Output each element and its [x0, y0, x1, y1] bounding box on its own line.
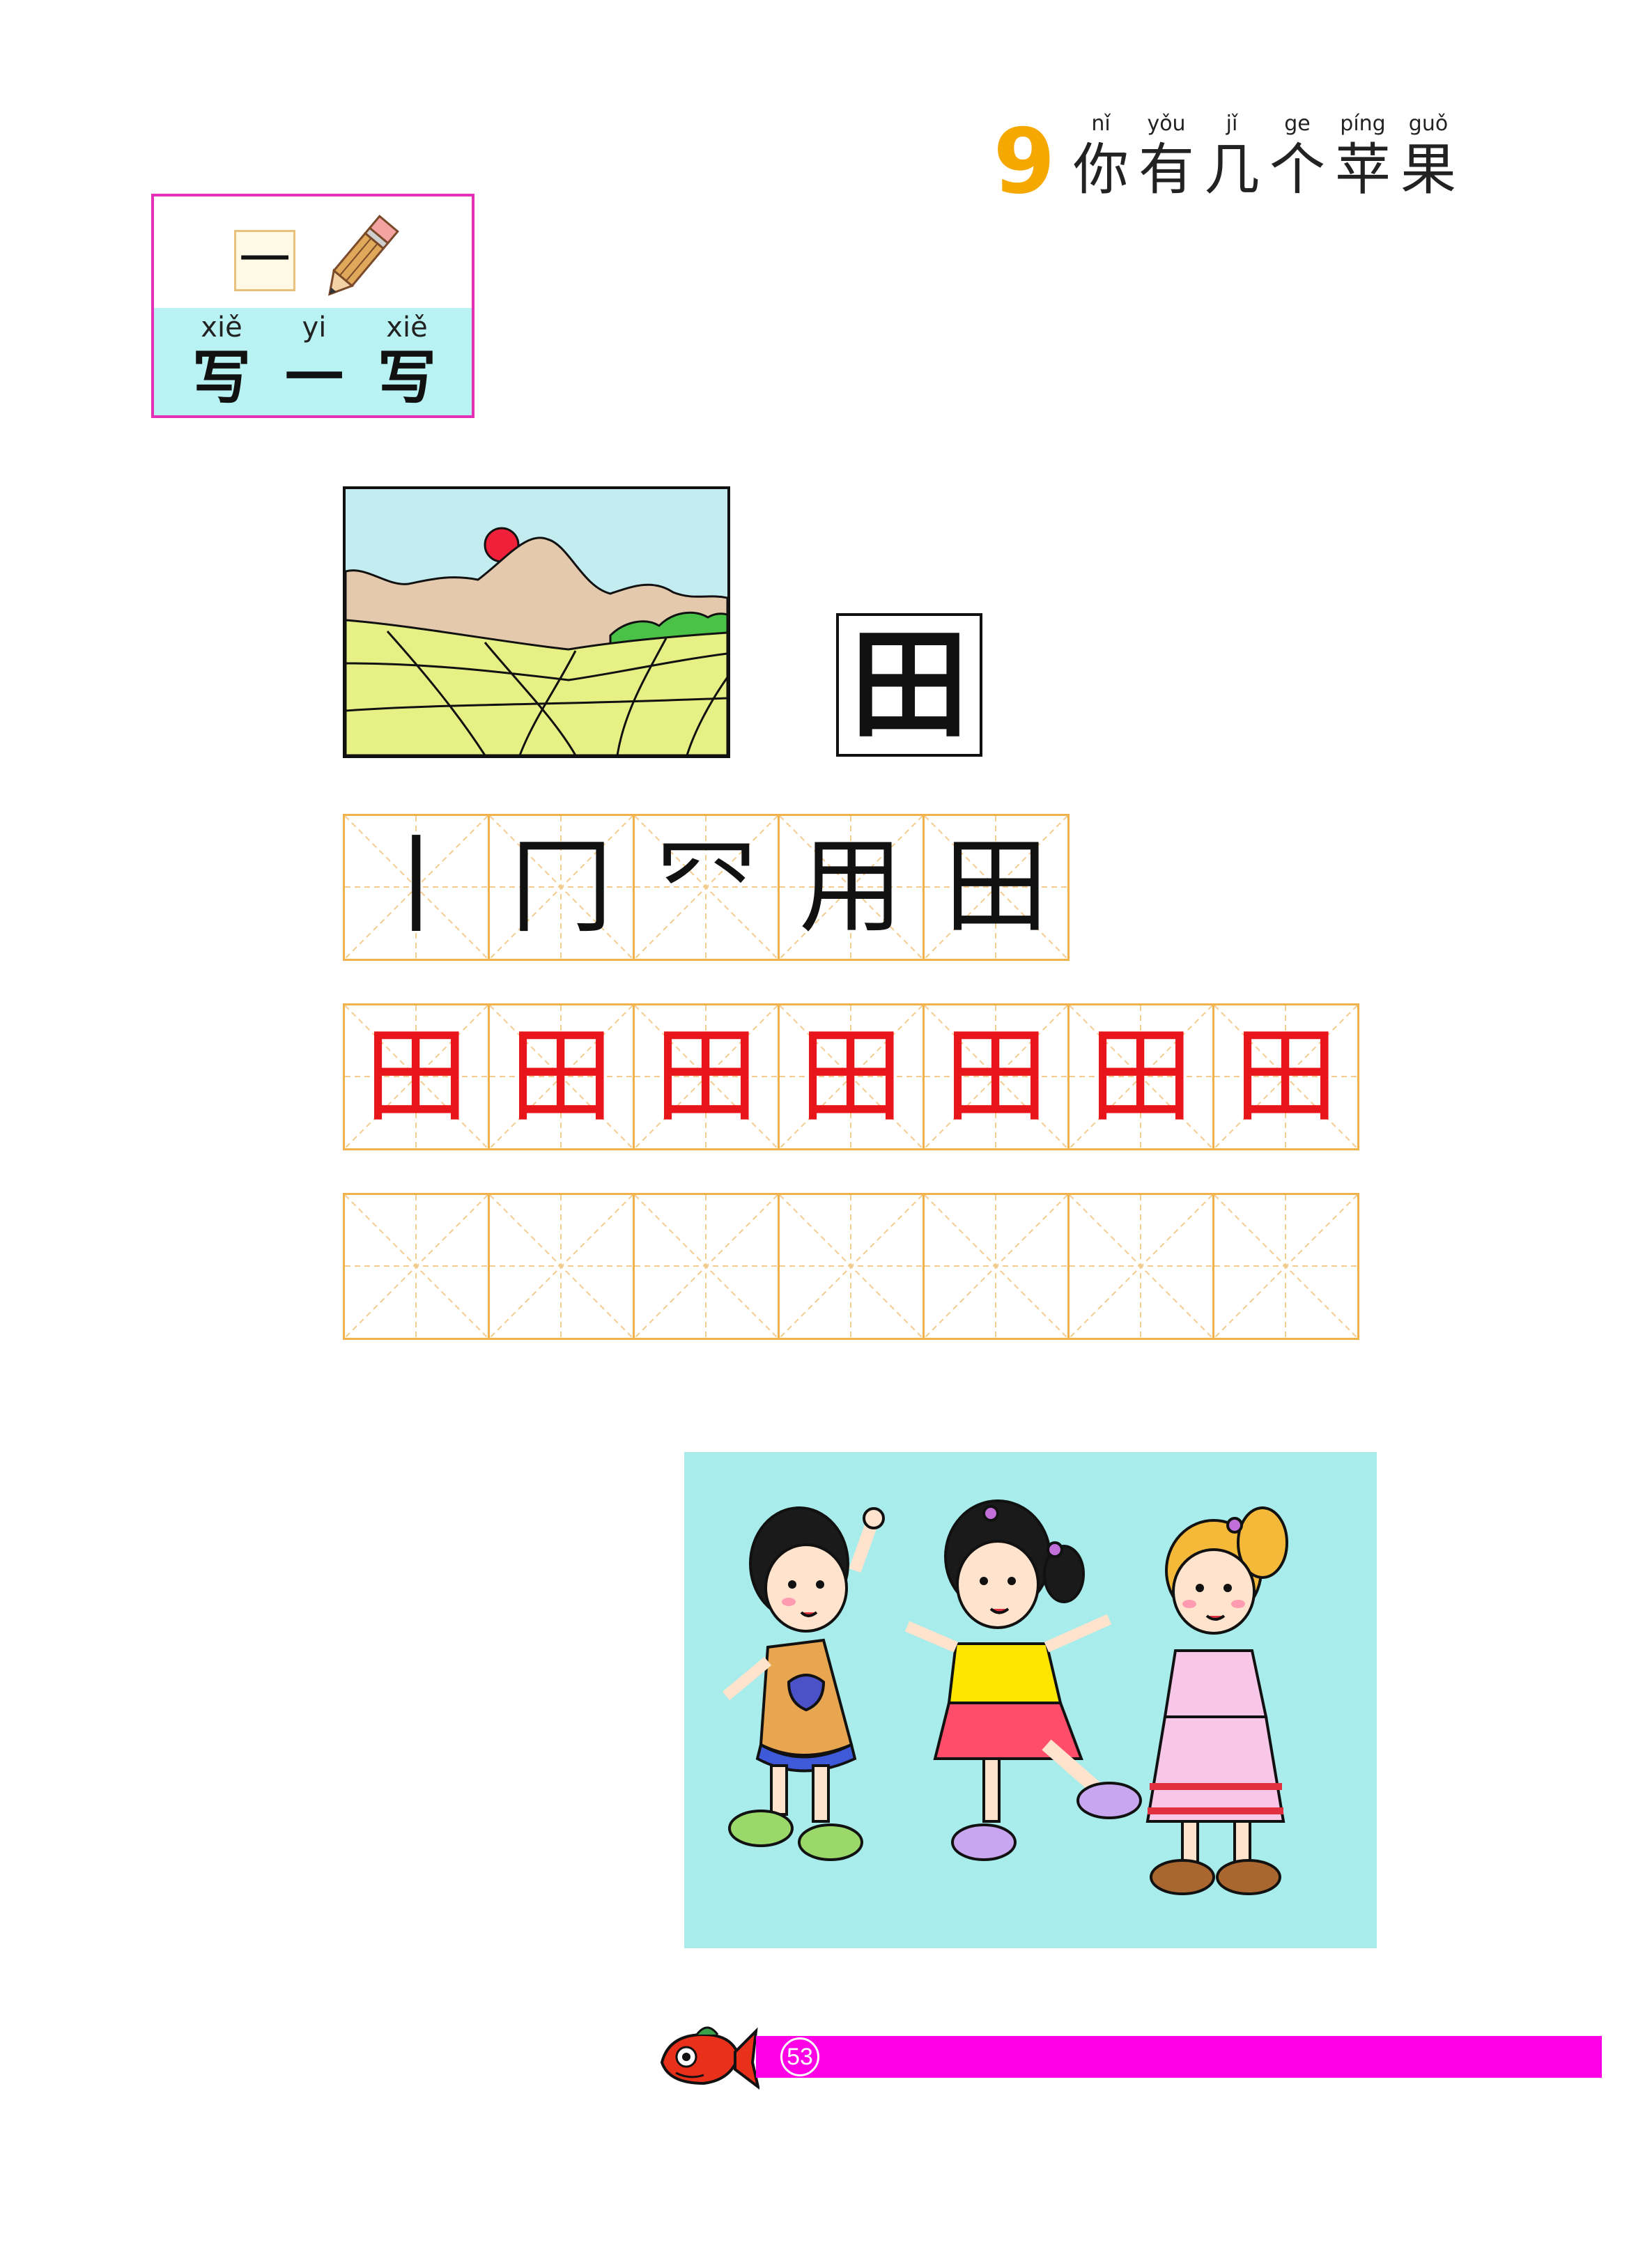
badge-pinyin: xiě	[201, 311, 242, 344]
girl-middle	[904, 1499, 1142, 1861]
stroke-step: 㓁	[654, 826, 759, 948]
badge-hanzi: 写	[377, 344, 436, 412]
page-number: 53	[780, 2037, 819, 2076]
title-syllable: guǒ 果	[1393, 111, 1463, 203]
grid-cell: 用	[778, 814, 925, 961]
title-pinyin: nǐ	[1091, 111, 1111, 136]
practice-cell[interactable]	[343, 1193, 490, 1340]
children-drawing	[722, 1499, 1288, 1895]
title-pinyin: píng	[1340, 111, 1386, 136]
badge-hanzi: 一	[284, 344, 343, 412]
title-hanzi: 果	[1400, 137, 1456, 202]
grid-guide	[635, 1195, 778, 1338]
trace-cell[interactable]: 田	[1212, 1003, 1359, 1150]
trace-char: 田	[654, 1016, 759, 1137]
lesson-number: 9	[993, 110, 1056, 214]
stroke-step: 田	[943, 826, 1049, 948]
field-landscape-image	[343, 486, 730, 758]
practice-cell[interactable]	[778, 1193, 925, 1340]
title-syllable: yǒu 有	[1132, 111, 1201, 203]
trace-char: 田	[1088, 1016, 1194, 1137]
title-hanzi: 有	[1138, 137, 1194, 202]
practice-cell[interactable]	[488, 1193, 635, 1340]
field-landscape-drawing	[346, 489, 727, 755]
grid-guide	[925, 1195, 1067, 1338]
badge-syllable: xiě 写	[369, 311, 445, 411]
title-pinyin: guǒ	[1408, 111, 1449, 136]
practice-cell[interactable]	[1212, 1193, 1359, 1340]
practice-cell[interactable]	[922, 1193, 1070, 1340]
trace-cell[interactable]: 田	[922, 1003, 1070, 1150]
trace-char: 田	[509, 1016, 614, 1137]
trace-cell[interactable]: 田	[778, 1003, 925, 1150]
footer-bar	[756, 2036, 1602, 2078]
target-char: 田	[849, 617, 968, 755]
grid-cell: 丨	[343, 814, 490, 961]
grid-guide	[1070, 1195, 1212, 1338]
target-char-box: 田	[836, 613, 982, 757]
trace-cell[interactable]: 田	[633, 1003, 780, 1150]
title-hanzi: 个	[1269, 137, 1325, 202]
trace-char: 田	[364, 1016, 469, 1137]
title-syllable: píng 苹	[1328, 111, 1398, 203]
grid-cell: 㓁	[633, 814, 780, 961]
section-badge: 一 xiě 写 yi 一 xiě 写	[151, 194, 474, 418]
grid-guide	[1214, 1195, 1357, 1338]
children-illustration	[684, 1452, 1377, 1948]
trace-cell[interactable]: 田	[1067, 1003, 1214, 1150]
trace-row: 田 田 田 田 田 田 田	[343, 1003, 1359, 1150]
badge-hanzi: 写	[192, 344, 251, 412]
stroke-step: 冂	[509, 826, 614, 948]
practice-cell[interactable]	[1067, 1193, 1214, 1340]
badge-syllable: xiě 写	[183, 311, 260, 411]
grid-guide	[490, 1195, 633, 1338]
title-pinyin: jǐ	[1226, 111, 1238, 136]
girl-left	[722, 1506, 885, 1861]
title-hanzi: 你	[1073, 137, 1129, 202]
practice-row	[343, 1193, 1359, 1340]
grid-cell: 田	[922, 814, 1070, 961]
goldfish-mascot-icon	[660, 2026, 759, 2090]
badge-pinyin: yi	[302, 311, 327, 344]
pencil-icon	[327, 215, 399, 296]
grid-guide	[345, 1195, 488, 1338]
stroke-step: 丨	[364, 826, 469, 948]
trace-cell[interactable]: 田	[488, 1003, 635, 1150]
title-syllable: jǐ 几	[1197, 111, 1267, 203]
trace-cell[interactable]: 田	[343, 1003, 490, 1150]
grid-guide	[780, 1195, 922, 1338]
title-pinyin: yǒu	[1147, 111, 1186, 136]
trace-char: 田	[798, 1016, 904, 1137]
badge-char: 一	[234, 230, 295, 291]
trace-char: 田	[1233, 1016, 1338, 1137]
title-syllable: ge 个	[1263, 111, 1332, 203]
girl-right	[1145, 1506, 1288, 1895]
stroke-step: 用	[798, 826, 904, 948]
trace-char: 田	[943, 1016, 1049, 1137]
badge-syllable: yi 一	[276, 311, 353, 411]
title-hanzi: 苹	[1335, 137, 1391, 202]
title-hanzi: 几	[1204, 137, 1260, 202]
stroke-order-row: 丨 冂 㓁 用 田	[343, 814, 1070, 961]
badge-pinyin: xiě	[386, 311, 428, 344]
title-syllable: nǐ 你	[1066, 111, 1136, 203]
title-pinyin: ge	[1284, 111, 1311, 136]
grid-cell: 冂	[488, 814, 635, 961]
practice-cell[interactable]	[633, 1193, 780, 1340]
